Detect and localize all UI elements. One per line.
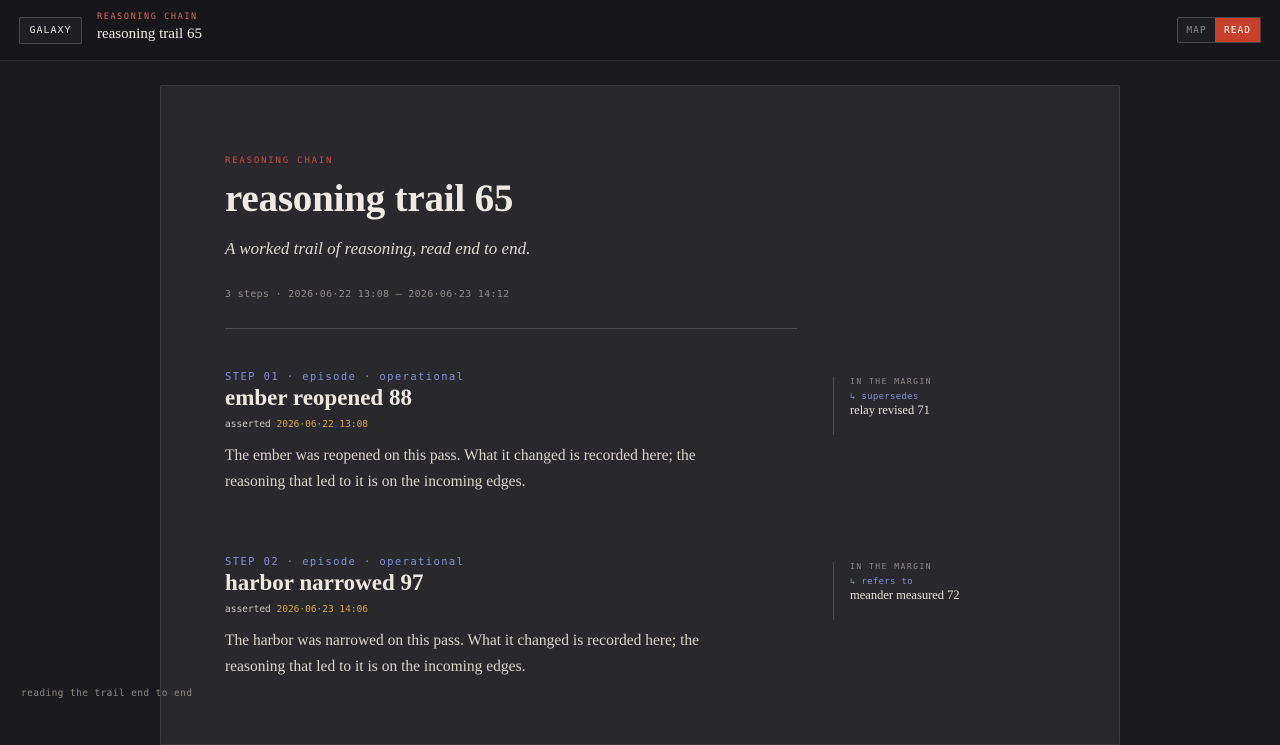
assert-date: 2026·06·23 14:06 (276, 604, 369, 615)
assert-label: asserted (225, 604, 271, 615)
margin-target-link[interactable]: meander measured 72 (850, 588, 960, 603)
step-title[interactable]: ember reopened 88 (225, 385, 412, 411)
map-mode-button[interactable]: MAP (1178, 18, 1215, 42)
step-kicker: STEP 01 · episode · operational (225, 371, 465, 383)
header-eyebrow: REASONING CHAIN (97, 12, 198, 22)
read-mode-button[interactable]: READ (1215, 18, 1260, 42)
step-title[interactable]: harbor narrowed 97 (225, 570, 424, 596)
header-title: reasoning trail 65 (97, 26, 202, 42)
step-body: The harbor was narrowed on this pass. Wh… (225, 632, 700, 675)
step-body: The ember was reopened on this pass. Wha… (225, 447, 696, 490)
step-assertion: asserted 2026·06·23 14:06 (225, 604, 368, 615)
status-text: reading the trail end to end (21, 688, 193, 699)
page-title: reasoning trail 65 (225, 177, 514, 220)
margin-relation: ↳ supersedes (850, 392, 919, 402)
margin-eyebrow: IN THE MARGIN (850, 377, 933, 386)
divider (225, 328, 797, 329)
step-kicker: STEP 02 · episode · operational (225, 556, 465, 568)
step-assertion: asserted 2026·06·22 13:08 (225, 419, 368, 430)
galaxy-button[interactable]: GALAXY (19, 17, 82, 44)
margin-relation: ↳ refers to (850, 577, 913, 587)
page-subtitle: A worked trail of reasoning, read end to… (225, 239, 531, 258)
assert-date: 2026·06·22 13:08 (276, 419, 369, 430)
reading-card: REASONING CHAIN reasoning trail 65 A wor… (160, 85, 1120, 745)
view-mode-toggle: MAP READ (1177, 17, 1261, 43)
top-bar: GALAXY REASONING CHAIN reasoning trail 6… (0, 0, 1280, 61)
margin-note: IN THE MARGIN ↳ supersedes relay revised… (833, 377, 932, 435)
margin-eyebrow: IN THE MARGIN (850, 562, 933, 571)
margin-target-link[interactable]: relay revised 71 (850, 403, 932, 418)
assert-label: asserted (225, 419, 271, 430)
margin-note: IN THE MARGIN ↳ refers to meander measur… (833, 562, 960, 620)
card-eyebrow: REASONING CHAIN (225, 156, 334, 166)
trail-meta: 3 steps · 2026·06·22 13:08 — 2026·06·23 … (225, 289, 510, 300)
